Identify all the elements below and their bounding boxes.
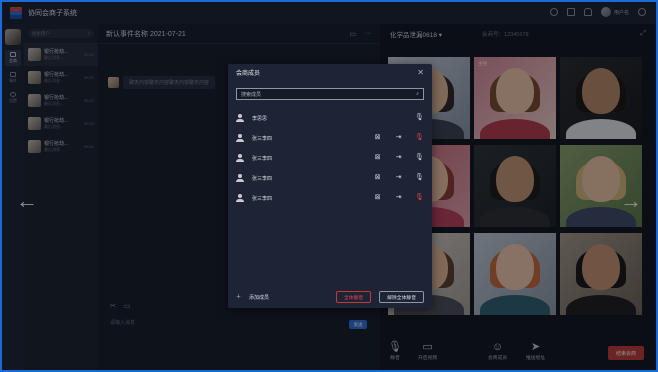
transfer-host-icon[interactable]: ⇥ xyxy=(394,154,403,162)
member-name: 张三李四 xyxy=(252,195,273,202)
host-icon xyxy=(236,114,244,122)
member-row-host: 李思思 🎙︎ xyxy=(228,108,432,128)
add-member-button[interactable]: ＋ 添加成员 xyxy=(236,293,269,301)
transfer-host-icon[interactable]: ⇥ xyxy=(394,194,403,202)
mic-muted-icon[interactable]: 🎙︎ xyxy=(415,134,424,142)
transfer-host-icon[interactable]: ⇥ xyxy=(394,174,403,182)
member-name: 李思思 xyxy=(252,115,268,122)
member-search-input[interactable]: 搜索成员 ⌕ xyxy=(236,88,424,100)
mic-icon[interactable]: 🎙︎ xyxy=(415,174,424,182)
remove-user-icon[interactable]: ⊠ xyxy=(373,194,382,202)
person-icon xyxy=(236,194,244,202)
remove-user-icon[interactable]: ⊠ xyxy=(373,154,382,162)
remove-user-icon[interactable]: ⊠ xyxy=(373,174,382,182)
member-row: 张三李四 ⊠ ⇥ 🎙︎ xyxy=(228,128,432,148)
person-icon xyxy=(236,134,244,142)
member-row: 张三李四 ⊠ ⇥ 🎙︎ xyxy=(228,148,432,168)
member-name: 张三李四 xyxy=(252,175,273,182)
remove-user-icon[interactable]: ⊠ xyxy=(373,134,382,142)
member-name: 张三李四 xyxy=(252,155,273,162)
close-icon[interactable]: ✕ xyxy=(417,68,424,77)
person-icon xyxy=(236,154,244,162)
transfer-host-icon[interactable]: ⇥ xyxy=(394,134,403,142)
member-row: 张三李四 ⊠ ⇥ 🎙︎ xyxy=(228,168,432,188)
add-user-icon: ＋ xyxy=(236,294,242,300)
mute-all-button[interactable]: 全体静音 xyxy=(336,291,372,303)
unmute-all-button[interactable]: 解除全体静音 xyxy=(379,291,424,303)
mic-muted-icon[interactable]: 🎙︎ xyxy=(415,194,424,202)
member-row: 张三李四 ⊠ ⇥ 🎙︎ xyxy=(228,188,432,208)
members-dialog: 会商成员 ✕ 搜索成员 ⌕ 李思思 🎙︎ 张三李四 ⊠ ⇥ 🎙︎ 张三李四 ⊠ ⇥ 🎙︎… xyxy=(228,64,432,308)
add-member-label: 添加成员 xyxy=(249,294,270,301)
person-icon xyxy=(236,174,244,182)
member-name: 张三李四 xyxy=(252,135,273,142)
mic-icon[interactable]: 🎙︎ xyxy=(415,114,424,122)
member-search-placeholder: 搜索成员 xyxy=(241,91,262,98)
dialog-title: 会商成员 xyxy=(236,70,261,77)
search-icon: ⌕ xyxy=(416,91,419,97)
mic-icon[interactable]: 🎙︎ xyxy=(415,154,424,162)
